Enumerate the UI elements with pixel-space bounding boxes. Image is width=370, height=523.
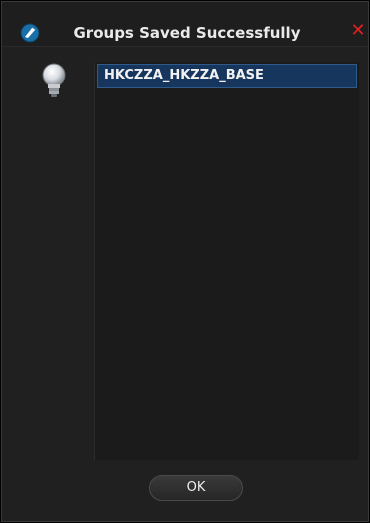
title-bar[interactable]: Groups Saved Successfully ✕ (2, 2, 368, 47)
close-icon: ✕ (350, 20, 366, 41)
lightbulb-icon (39, 62, 69, 104)
dialog-title: Groups Saved Successfully (73, 24, 301, 42)
ok-button[interactable]: OK (149, 475, 243, 501)
close-button[interactable]: ✕ (348, 19, 368, 43)
dialog-window: Groups Saved Successfully ✕ HKCZZA_HKZZA… (0, 0, 370, 523)
group-list[interactable]: HKCZZA_HKZZA_BASE (94, 62, 359, 460)
list-item[interactable]: HKCZZA_HKZZA_BASE (97, 64, 357, 88)
app-logo-icon (20, 23, 40, 43)
